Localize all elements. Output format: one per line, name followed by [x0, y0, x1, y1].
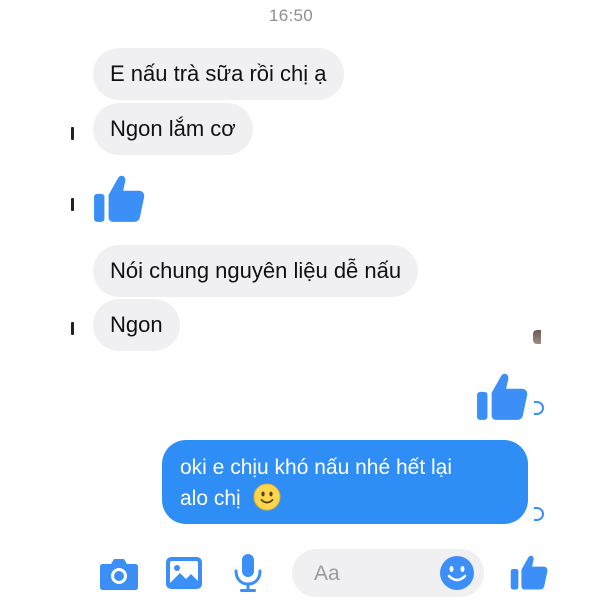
message-input[interactable]	[312, 549, 436, 599]
incoming-message-bubble[interactable]: Nói chung nguyên liệu dễ nấu	[93, 245, 419, 297]
message-text: Ngon	[110, 312, 163, 337]
smiling-face-emoji-icon	[253, 483, 281, 511]
avatar-edge	[71, 322, 74, 335]
message-text: Ngon lắm cơ	[110, 116, 236, 141]
incoming-message-bubble[interactable]: Ngon lắm cơ	[93, 103, 253, 155]
microphone-icon[interactable]	[233, 553, 263, 593]
delivered-icon	[534, 507, 544, 521]
timestamp: 16:50	[268, 6, 314, 25]
seen-avatar	[533, 330, 541, 344]
message-text-line: oki e chịu khó nấu nhé hết lại	[180, 456, 453, 479]
avatar-edge	[71, 127, 74, 140]
thumbs-up-icon[interactable]	[510, 553, 548, 591]
thumbs-up-icon[interactable]	[93, 172, 145, 224]
message-text: E nấu trà sữa rồi chị ạ	[110, 61, 327, 86]
avatar-edge	[71, 198, 74, 211]
incoming-message-bubble[interactable]: E nấu trà sữa rồi chị ạ	[93, 48, 344, 100]
message-text: Nói chung nguyên liệu dễ nấu	[110, 258, 402, 283]
delivered-icon	[534, 401, 544, 415]
thumbs-up-icon[interactable]	[476, 370, 528, 422]
camera-icon[interactable]	[99, 555, 139, 591]
image-icon[interactable]	[165, 556, 203, 590]
incoming-message-bubble[interactable]: Ngon	[93, 299, 180, 351]
outgoing-message-bubble[interactable]: oki e chịu khó nấu nhé hết lại alo chị	[162, 440, 528, 524]
smiley-icon[interactable]	[439, 555, 475, 591]
message-input-container[interactable]	[292, 549, 484, 599]
message-text-line: alo chị	[180, 487, 241, 510]
